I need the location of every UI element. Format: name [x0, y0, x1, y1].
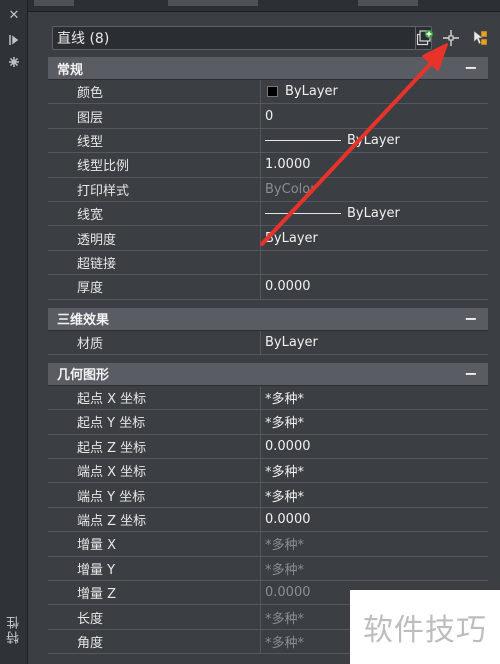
- property-name: 起点 X 坐标: [67, 385, 261, 410]
- property-name: 起点 Y 坐标: [67, 410, 261, 434]
- property-row[interactable]: 端点 X 坐标 *多种*: [48, 459, 488, 484]
- property-name: 材质: [67, 330, 261, 354]
- property-row[interactable]: 端点 Y 坐标 *多种*: [48, 483, 488, 508]
- property-name: 超链接: [67, 250, 261, 275]
- property-value[interactable]: *多种*: [261, 483, 488, 506]
- property-value[interactable]: ByLayer: [261, 202, 488, 225]
- property-name: 增量 Z: [67, 581, 261, 605]
- tab-hint: [358, 0, 418, 6]
- palette-title-bar: ✕ 特性: [0, 0, 28, 664]
- tab-hint: [34, 0, 74, 6]
- section-3d-effects-header[interactable]: 三维效果 −: [48, 307, 488, 331]
- properties-icon[interactable]: [6, 54, 22, 70]
- close-icon[interactable]: ✕: [6, 8, 22, 24]
- property-value: *多种*: [265, 538, 305, 554]
- selection-dropdown[interactable]: 直线 (8) ▼: [52, 26, 432, 50]
- lineweight-sample: [265, 213, 341, 215]
- top-edge: [28, 0, 500, 12]
- property-value[interactable]: ByLayer: [261, 331, 488, 354]
- section-title: 常规: [57, 62, 84, 78]
- property-name: 打印样式: [67, 177, 261, 201]
- auto-hide-icon[interactable]: [6, 32, 22, 48]
- property-name: 增量 Y: [67, 556, 261, 581]
- property-name: 角度: [67, 629, 261, 654]
- section-geometry-header[interactable]: 几何图形 −: [48, 362, 488, 386]
- property-name: 线型比例: [67, 153, 261, 177]
- section-title: 几何图形: [57, 368, 110, 384]
- watermark-text: 软件技巧: [363, 613, 487, 648]
- color-swatch-icon: [267, 86, 278, 98]
- property-row[interactable]: 打印样式 ByColor: [48, 177, 488, 202]
- select-objects-icon[interactable]: [440, 27, 462, 49]
- property-row[interactable]: 端点 Z 坐标 0.0000: [48, 507, 488, 533]
- property-name: 线宽: [67, 201, 261, 226]
- property-row[interactable]: 线型 ByLayer: [48, 128, 488, 154]
- property-value[interactable]: [261, 251, 488, 274]
- watermark: 软件技巧: [350, 590, 500, 664]
- property-row[interactable]: 增量 X *多种*: [48, 532, 488, 557]
- palette-title: 特性: [6, 614, 22, 644]
- property-value[interactable]: *多种*: [261, 386, 488, 409]
- property-name: 起点 Z 坐标: [67, 434, 261, 459]
- property-name: 图层: [67, 104, 261, 128]
- property-row[interactable]: 线宽 ByLayer: [48, 201, 488, 227]
- property-value[interactable]: 0.0000: [261, 435, 488, 458]
- property-name: 端点 X 坐标: [67, 459, 261, 483]
- property-value-text: ByLayer: [347, 206, 400, 222]
- selection-label: 直线 (8): [57, 31, 110, 47]
- property-name: 端点 Y 坐标: [67, 483, 261, 507]
- property-value[interactable]: *多种*: [261, 459, 488, 482]
- property-name: 透明度: [67, 226, 261, 250]
- property-value-text: ByLayer: [285, 84, 338, 100]
- property-row[interactable]: 线型比例 1.0000: [48, 153, 488, 178]
- property-row[interactable]: 增量 Y *多种*: [48, 556, 488, 582]
- quick-select-icon[interactable]: [468, 27, 490, 49]
- property-value-text: ByLayer: [347, 132, 400, 148]
- property-value[interactable]: ByLayer: [261, 129, 488, 152]
- property-row[interactable]: 起点 X 坐标 *多种*: [48, 385, 488, 411]
- property-name: 厚度: [67, 275, 261, 299]
- property-row[interactable]: 起点 Y 坐标 *多种*: [48, 410, 488, 435]
- property-name: 端点 Z 坐标: [67, 507, 261, 532]
- property-value[interactable]: *多种*: [261, 410, 488, 433]
- property-name: 长度: [67, 605, 261, 629]
- property-value[interactable]: ByLayer: [261, 80, 488, 103]
- property-row[interactable]: 材质 ByLayer: [48, 330, 488, 355]
- property-value[interactable]: ByColor: [261, 178, 488, 201]
- property-name: 颜色: [67, 80, 261, 104]
- property-value[interactable]: 1.0000: [261, 153, 488, 176]
- property-value: *多种*: [265, 562, 305, 578]
- property-row[interactable]: 透明度 ByLayer: [48, 226, 488, 251]
- property-row[interactable]: 图层 0: [48, 104, 488, 129]
- collapse-icon[interactable]: −: [464, 365, 478, 381]
- collapse-icon[interactable]: −: [464, 310, 478, 326]
- linetype-sample: [265, 139, 341, 141]
- property-row[interactable]: 颜色 ByLayer: [48, 80, 488, 105]
- property-value[interactable]: ByLayer: [261, 226, 488, 249]
- section-general-header[interactable]: 常规 −: [48, 57, 488, 80]
- property-row[interactable]: 超链接: [48, 250, 488, 276]
- collapse-icon[interactable]: −: [464, 60, 478, 76]
- tab-hint: [168, 0, 258, 6]
- properties-panel: 直线 (8) ▼ 常规 − 颜色 By: [28, 12, 500, 664]
- property-value[interactable]: 0.0000: [261, 508, 488, 531]
- property-row[interactable]: 厚度 0.0000: [48, 275, 488, 300]
- toggle-pickadd-icon[interactable]: [414, 27, 436, 49]
- property-row[interactable]: 起点 Z 坐标 0.0000: [48, 434, 488, 460]
- property-name: 增量 X: [67, 532, 261, 556]
- property-value[interactable]: 0.0000: [261, 275, 488, 298]
- property-name: 线型: [67, 128, 261, 153]
- property-value[interactable]: 0: [261, 104, 488, 127]
- section-title: 三维效果: [57, 313, 110, 329]
- property-grid: 常规 − 颜色 ByLayer 图层 0 线型 ByLayer 线型比例 1.0…: [48, 57, 488, 655]
